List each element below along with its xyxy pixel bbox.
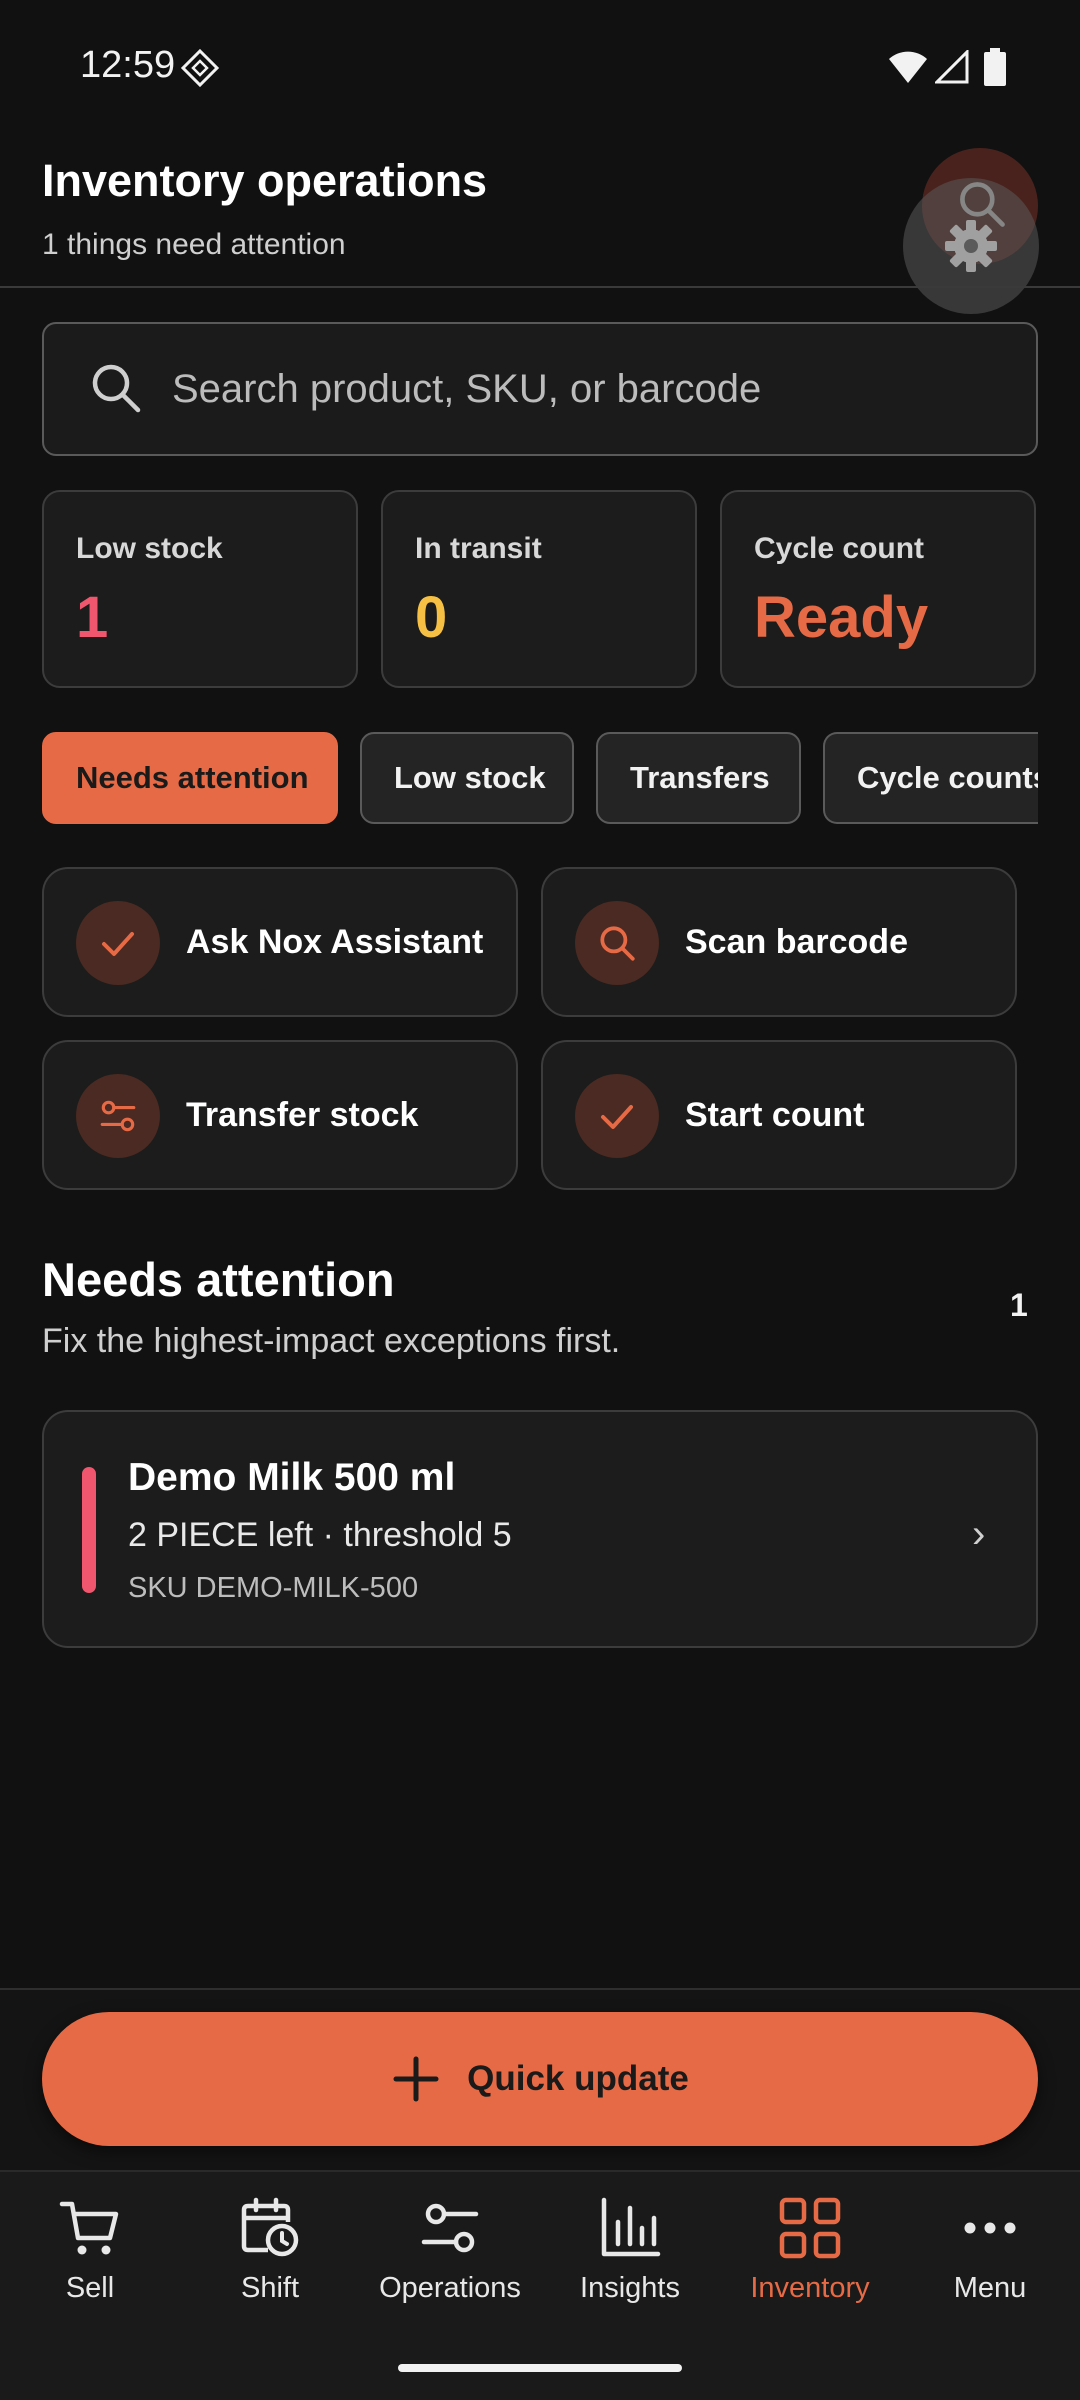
stat-label: In transit	[415, 532, 542, 565]
nav-label: Menu	[953, 2272, 1027, 2304]
more-icon	[964, 2222, 1016, 2234]
filter-chip-needs-attention[interactable]: Needs attention	[42, 732, 338, 824]
wifi-icon	[889, 51, 927, 83]
calendar-clock-icon	[241, 2197, 299, 2257]
nav-item-insights[interactable]: Insights	[540, 2196, 720, 2316]
header-settings-button[interactable]	[903, 178, 1039, 314]
page-subtitle: 1 things need attention	[42, 228, 346, 261]
action-label: Ask Nox Assistant	[186, 923, 484, 961]
nav-item-sell[interactable]: Sell	[0, 2196, 180, 2316]
check-icon	[76, 901, 160, 985]
chevron-right-icon: ›	[972, 1512, 986, 1556]
section-count-badge: 1	[1010, 1287, 1028, 1323]
alert-title: Demo Milk 500 ml	[128, 1456, 456, 1499]
ask-assistant-button[interactable]: Ask Nox Assistant	[42, 867, 518, 1017]
nav-label: Insights	[580, 2272, 680, 2304]
filter-chip-low-stock[interactable]: Low stock	[360, 732, 574, 824]
scan-barcode-button[interactable]: Scan barcode	[541, 867, 1017, 1017]
alert-detail: 2 PIECE left · threshold 5	[128, 1516, 512, 1554]
status-time: 12:59	[80, 44, 176, 86]
cart-icon	[59, 2201, 119, 2255]
gear-icon	[945, 220, 997, 272]
page-title: Inventory operations	[42, 155, 488, 206]
stat-value: 0	[415, 585, 448, 650]
grid-icon	[779, 2197, 841, 2259]
stat-value: 1	[76, 585, 109, 650]
search-icon	[575, 901, 659, 985]
section-subtitle: Fix the highest-impact exceptions first.	[42, 1322, 621, 1360]
stat-card-low-stock[interactable]: Low stock 1	[42, 490, 358, 688]
search-input[interactable]	[172, 340, 1012, 438]
sliders-icon	[76, 1074, 160, 1158]
sliders-icon	[421, 2203, 479, 2253]
nav-item-shift[interactable]: Shift	[180, 2196, 360, 2316]
action-label: Scan barcode	[685, 923, 908, 961]
stat-label: Low stock	[76, 532, 223, 565]
section-title: Needs attention	[42, 1253, 395, 1306]
severity-indicator	[82, 1467, 96, 1593]
plus-icon	[393, 2056, 439, 2102]
stat-card-in-transit[interactable]: In transit 0	[381, 490, 697, 688]
action-label: Transfer stock	[186, 1096, 419, 1134]
start-count-button[interactable]: Start count	[541, 1040, 1017, 1190]
home-indicator[interactable]	[398, 2364, 682, 2372]
stat-card-cycle-count[interactable]: Cycle count Ready	[720, 490, 1036, 688]
action-label: Start count	[685, 1096, 865, 1134]
nav-label: Inventory	[750, 2272, 870, 2304]
nav-label: Operations	[379, 2272, 521, 2304]
nav-item-operations[interactable]: Operations	[360, 2196, 540, 2316]
notification-diamond-icon	[180, 48, 220, 88]
check-icon	[575, 1074, 659, 1158]
battery-icon	[984, 48, 1006, 86]
nav-label: Sell	[65, 2272, 115, 2304]
alert-sku: SKU DEMO-MILK-500	[128, 1572, 419, 1604]
filter-chip-transfers[interactable]: Transfers	[596, 732, 801, 824]
filter-chip-cycle-counts[interactable]: Cycle counts	[823, 732, 1038, 824]
quick-update-button[interactable]: Quick update	[42, 2012, 1038, 2146]
nav-item-menu[interactable]: Menu	[900, 2196, 1080, 2316]
nav-item-inventory[interactable]: Inventory	[720, 2196, 900, 2316]
stat-label: Cycle count	[754, 532, 925, 565]
quick-update-label: Quick update	[467, 2059, 689, 2098]
stat-value: Ready	[754, 585, 929, 650]
search-icon	[92, 364, 141, 413]
bar-chart-icon	[601, 2197, 661, 2257]
signal-icon	[935, 50, 969, 84]
transfer-stock-button[interactable]: Transfer stock	[42, 1040, 518, 1190]
header-divider	[0, 286, 1080, 288]
nav-label: Shift	[240, 2272, 300, 2304]
